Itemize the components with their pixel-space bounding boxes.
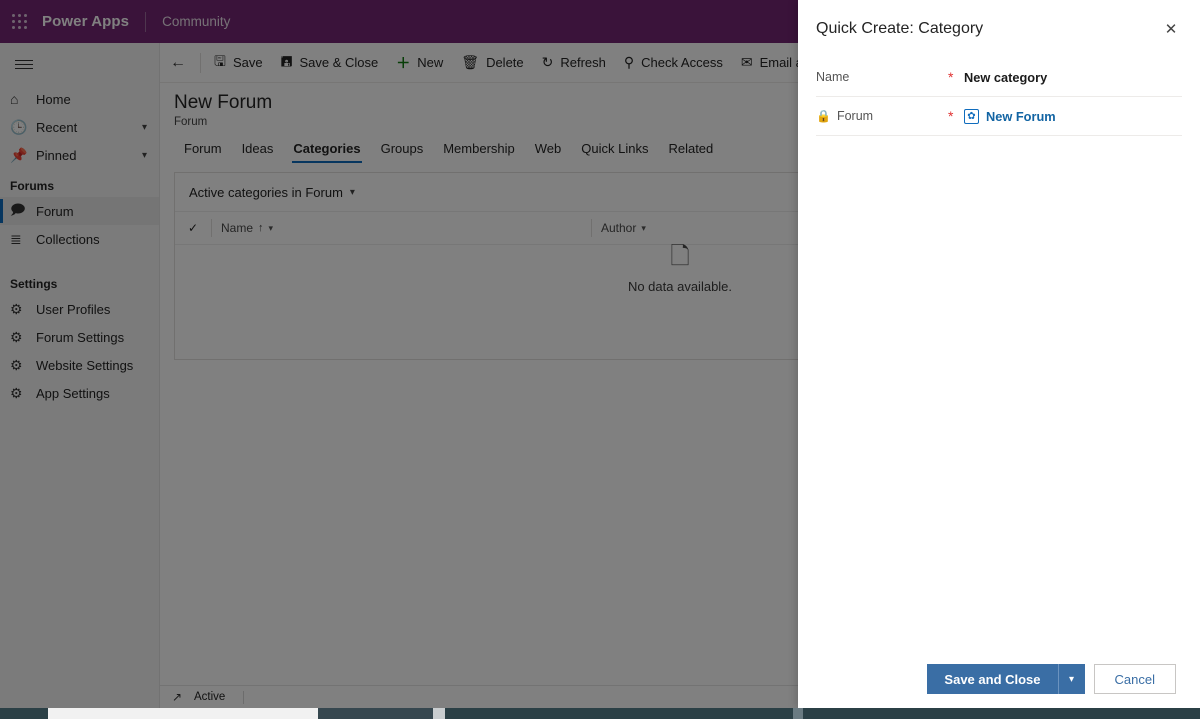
taskbar-segment (445, 708, 793, 719)
save-and-close-split-button: Save and Close ▾ (927, 664, 1085, 694)
required-marker: * (948, 69, 954, 85)
required-marker: * (948, 108, 954, 124)
taskbar-segment (318, 708, 433, 719)
modal-overlay[interactable] (0, 0, 798, 708)
field-label-name: Name (816, 70, 850, 84)
lookup-link-text[interactable]: New Forum (986, 109, 1056, 124)
taskbar-segment (793, 708, 803, 719)
forum-lookup-value[interactable]: New Forum (964, 108, 1056, 124)
taskbar-segment (0, 708, 48, 719)
save-and-close-button[interactable]: Save and Close (927, 664, 1058, 694)
field-row-forum: 🔒 Forum * New Forum (816, 97, 1182, 136)
field-label-forum: 🔒 Forum (816, 109, 948, 123)
lock-icon: 🔒 (816, 109, 831, 123)
field-label-text: Forum (836, 109, 874, 123)
os-taskbar (0, 708, 1200, 719)
taskbar-segment (48, 708, 318, 719)
field-row-name: Name * New category (816, 58, 1182, 97)
forum-entity-icon (964, 108, 979, 124)
cancel-button[interactable]: Cancel (1093, 664, 1176, 694)
name-input[interactable]: New category (964, 70, 1047, 85)
quick-create-panel: Quick Create: Category ✕ Name * New cate… (798, 0, 1200, 708)
panel-title: Quick Create: Category (816, 20, 984, 37)
panel-header: Quick Create: Category ✕ (798, 0, 1200, 58)
panel-footer: Save and Close ▾ Cancel (798, 650, 1200, 708)
chevron-down-icon[interactable]: ▾ (1057, 664, 1085, 694)
taskbar-segment (803, 708, 1200, 719)
close-icon[interactable]: ✕ (1156, 14, 1186, 44)
screen: Power Apps Community ⌂ Home 🕒 Recent ▾ 📌… (0, 0, 1200, 719)
taskbar-segment (433, 708, 445, 719)
